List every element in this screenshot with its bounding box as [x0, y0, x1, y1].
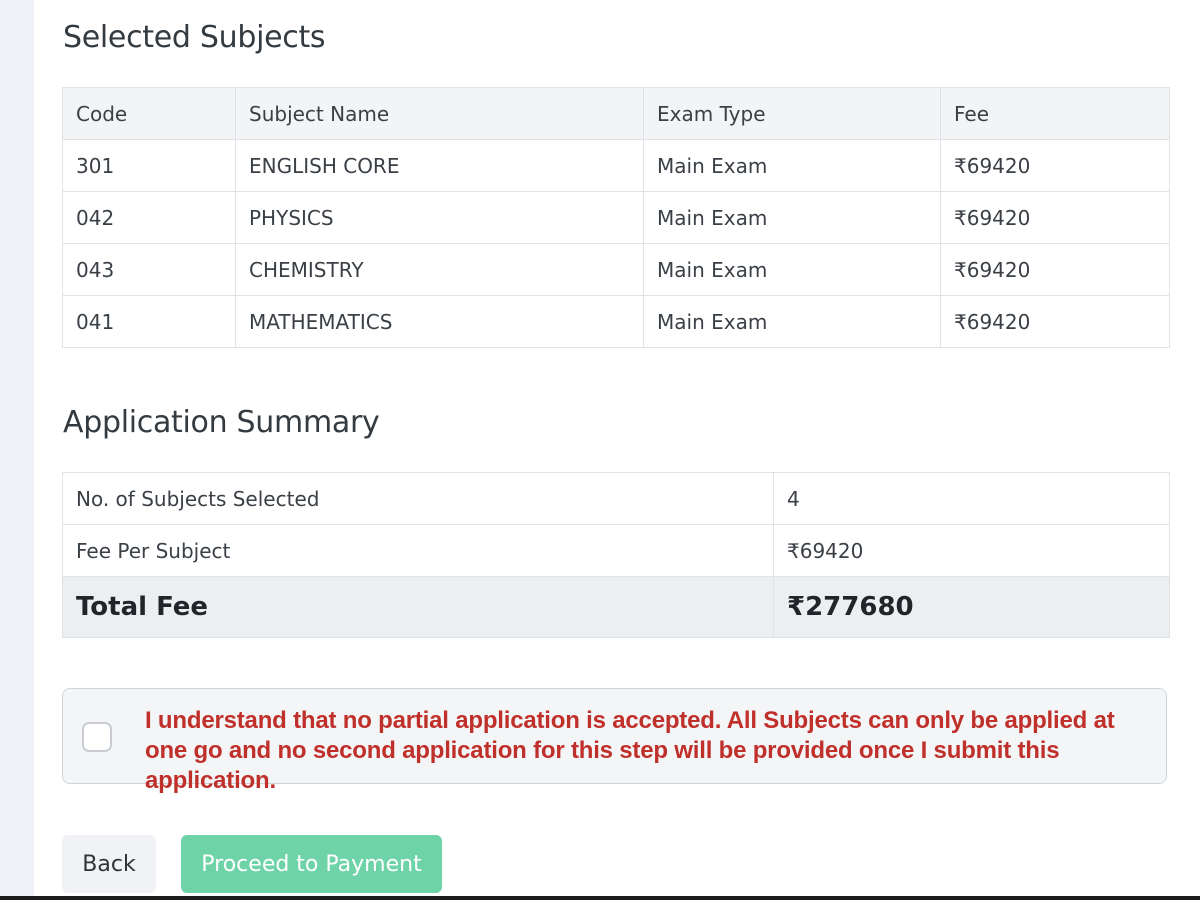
summary-value: 4 [773, 472, 1170, 525]
agreement-checkbox[interactable] [82, 722, 112, 752]
subject-fee: ₹69420 [940, 295, 1170, 348]
column-header-exam-type: Exam Type [643, 87, 941, 140]
selected-subjects-title: Selected Subjects [63, 20, 326, 55]
total-fee-value: ₹277680 [773, 576, 1170, 638]
back-button[interactable]: Back [62, 835, 156, 893]
bottom-edge-bar [0, 896, 1200, 900]
exam-type: Main Exam [643, 243, 941, 296]
table-header-row: Code Subject Name Exam Type Fee [62, 87, 1170, 140]
subject-name: CHEMISTRY [235, 243, 644, 296]
summary-row-fee-per-subject: Fee Per Subject ₹69420 [62, 524, 1170, 577]
subject-code: 301 [62, 139, 236, 192]
exam-type: Main Exam [643, 191, 941, 244]
summary-label: No. of Subjects Selected [62, 472, 774, 525]
column-header-code: Code [62, 87, 236, 140]
application-summary-title: Application Summary [63, 405, 380, 440]
subject-code: 041 [62, 295, 236, 348]
agreement-text: I understand that no partial application… [145, 707, 1115, 794]
exam-type: Main Exam [643, 139, 941, 192]
table-row: 301 ENGLISH CORE Main Exam ₹69420 [62, 139, 1170, 192]
summary-label: Fee Per Subject [62, 524, 774, 577]
subject-name: MATHEMATICS [235, 295, 644, 348]
summary-value: ₹69420 [773, 524, 1170, 577]
subject-name: PHYSICS [235, 191, 644, 244]
subject-name: ENGLISH CORE [235, 139, 644, 192]
table-row: 043 CHEMISTRY Main Exam ₹69420 [62, 243, 1170, 296]
subject-code: 042 [62, 191, 236, 244]
summary-row-subject-count: No. of Subjects Selected 4 [62, 472, 1170, 525]
selected-subjects-table: Code Subject Name Exam Type Fee 301 ENGL… [62, 87, 1170, 348]
table-row: 041 MATHEMATICS Main Exam ₹69420 [62, 295, 1170, 348]
subject-fee: ₹69420 [940, 243, 1170, 296]
subject-fee: ₹69420 [940, 191, 1170, 244]
column-header-subject-name: Subject Name [235, 87, 644, 140]
table-row: 042 PHYSICS Main Exam ₹69420 [62, 191, 1170, 244]
application-summary-table: No. of Subjects Selected 4 Fee Per Subje… [62, 472, 1170, 638]
exam-type: Main Exam [643, 295, 941, 348]
total-fee-label: Total Fee [62, 576, 774, 638]
column-header-fee: Fee [940, 87, 1170, 140]
subject-fee: ₹69420 [940, 139, 1170, 192]
proceed-to-payment-button[interactable]: Proceed to Payment [181, 835, 442, 893]
agreement-box: I understand that no partial application… [62, 688, 1167, 794]
subject-code: 043 [62, 243, 236, 296]
summary-row-total-fee: Total Fee ₹277680 [62, 576, 1170, 638]
